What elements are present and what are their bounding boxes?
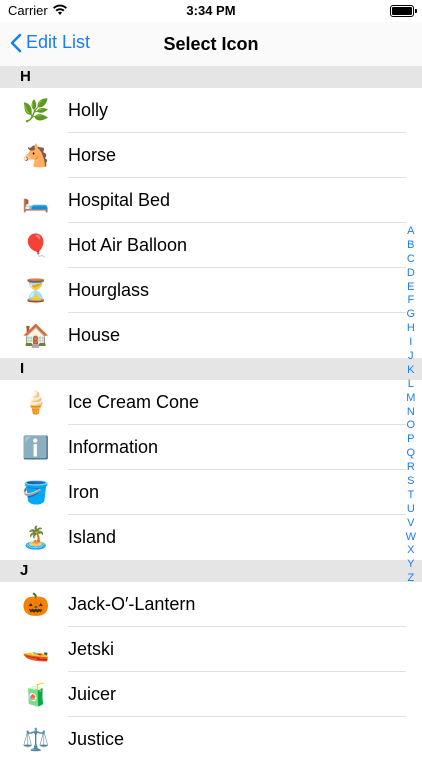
list-item[interactable]: 🎃 Jack-O′-Lantern: [0, 582, 422, 627]
item-label: Hot Air Balloon: [68, 235, 188, 255]
list-item[interactable]: 🍦 Ice Cream Cone: [0, 380, 422, 425]
item-label: Horse: [68, 145, 117, 165]
list-item[interactable]: 🌿 Holly: [0, 88, 422, 133]
item-label: House: [68, 325, 121, 345]
index-letter[interactable]: W: [406, 531, 416, 545]
section-index[interactable]: ABCDEFGHIJKLMNOPQRSTUVWXYZ: [406, 225, 416, 586]
item-icon: 🌿: [22, 97, 50, 123]
battery-icon: [390, 5, 417, 17]
page-title: Select Icon: [163, 34, 259, 54]
item-label: Justice: [68, 729, 125, 749]
list-item[interactable]: 🛏️ Hospital Bed: [0, 178, 422, 223]
index-letter[interactable]: V: [407, 517, 414, 531]
index-letter[interactable]: I: [409, 336, 412, 350]
item-label: Jetski: [68, 639, 115, 659]
list-item[interactable]: 🏠 House: [0, 313, 422, 358]
index-letter[interactable]: L: [408, 378, 414, 392]
index-letter[interactable]: Z: [407, 572, 414, 586]
item-label: Hourglass: [68, 280, 150, 300]
item-icon: 🚤: [22, 636, 50, 662]
list-item[interactable]: 🪣 Iron: [0, 470, 422, 515]
item-label: Jack-O′-Lantern: [68, 594, 196, 614]
item-icon: ⏳: [22, 277, 50, 303]
index-letter[interactable]: Y: [407, 558, 414, 572]
item-label: Juicer: [68, 684, 117, 704]
index-letter[interactable]: D: [407, 267, 415, 281]
item-label: Iron: [68, 482, 100, 502]
section-header: H: [0, 66, 422, 88]
item-icon: 🍦: [22, 389, 50, 415]
index-letter[interactable]: F: [407, 294, 414, 308]
index-letter[interactable]: T: [407, 489, 414, 503]
item-icon: 🏠: [22, 322, 50, 348]
section-header: J: [0, 560, 422, 582]
item-icon: 🐴: [22, 142, 50, 168]
index-letter[interactable]: C: [407, 253, 415, 267]
index-letter[interactable]: Q: [407, 447, 416, 461]
index-letter[interactable]: G: [407, 308, 416, 322]
item-icon: 🎈: [22, 232, 50, 258]
status-bar: Carrier 3:34 PM: [0, 0, 422, 22]
index-letter[interactable]: O: [407, 419, 416, 433]
index-letter[interactable]: R: [407, 461, 415, 475]
item-icon: 🧃: [22, 681, 50, 707]
clock: 3:34 PM: [186, 3, 236, 18]
icon-list[interactable]: H 🌿 Holly 🐴 Horse 🛏️ Hospital Bed 🎈 Hot Air Ball…: [0, 66, 422, 762]
item-label: Island: [68, 527, 117, 547]
list-item[interactable]: 🚤 Jetski: [0, 627, 422, 672]
item-label: Hospital Bed: [68, 190, 171, 210]
index-letter[interactable]: P: [407, 433, 414, 447]
list-item[interactable]: 🎈 Hot Air Balloon: [0, 223, 422, 268]
list-item[interactable]: 🧃 Juicer: [0, 672, 422, 717]
index-letter[interactable]: E: [407, 281, 414, 295]
item-icon: ⚖️: [22, 726, 50, 752]
index-letter[interactable]: S: [407, 475, 414, 489]
item-icon: 🎃: [22, 591, 50, 617]
index-letter[interactable]: B: [407, 239, 414, 253]
list-item[interactable]: ⚖️ Justice: [0, 717, 422, 762]
item-icon: 🪣: [22, 479, 50, 505]
list-item[interactable]: ℹ️ Information: [0, 425, 422, 470]
index-letter[interactable]: H: [407, 322, 415, 336]
item-icon: ℹ️: [22, 434, 50, 460]
index-letter[interactable]: J: [408, 350, 414, 364]
index-letter[interactable]: U: [407, 503, 415, 517]
item-label: Ice Cream Cone: [68, 392, 200, 412]
list-item[interactable]: ⏳ Hourglass: [0, 268, 422, 313]
index-letter[interactable]: X: [407, 544, 414, 558]
index-letter[interactable]: M: [406, 392, 415, 406]
item-label: Holly: [68, 100, 109, 120]
item-icon: 🛏️: [22, 187, 50, 213]
item-label: Information: [68, 437, 159, 457]
index-letter[interactable]: K: [407, 364, 414, 378]
index-letter[interactable]: A: [407, 225, 414, 239]
list-item[interactable]: 🏝️ Island: [0, 515, 422, 560]
section-header: I: [0, 358, 422, 380]
navigation-bar: Edit List Select Icon: [0, 22, 422, 67]
list-item[interactable]: 🐴 Horse: [0, 133, 422, 178]
index-letter[interactable]: N: [407, 406, 415, 420]
item-icon: 🏝️: [22, 524, 50, 550]
